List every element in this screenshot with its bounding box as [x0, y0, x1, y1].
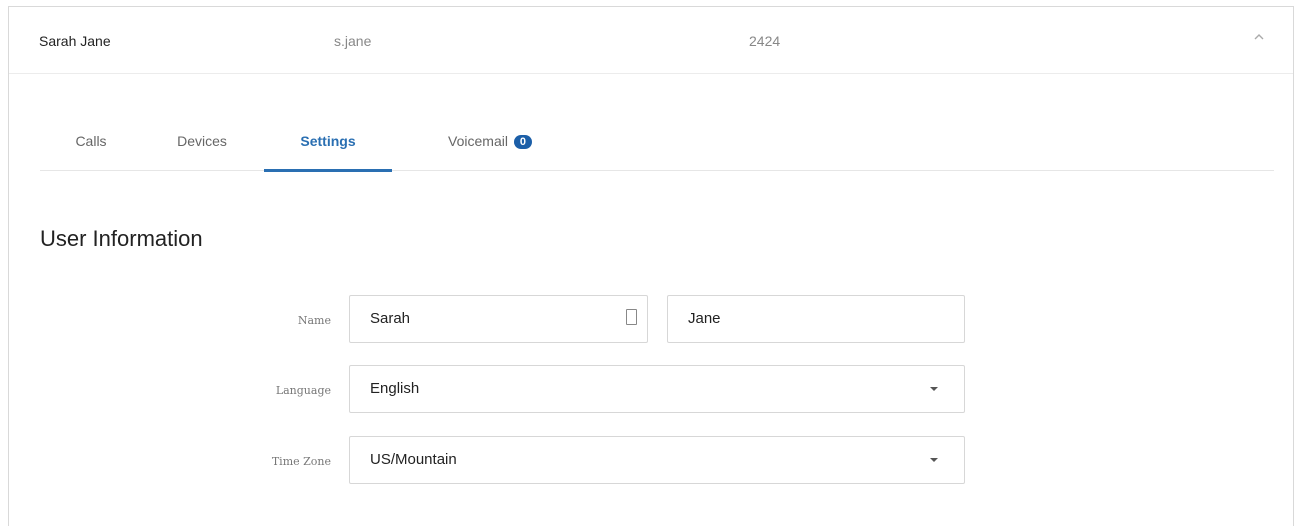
- user-extension: 2424: [749, 33, 781, 49]
- first-name-input[interactable]: Sarah: [349, 295, 648, 343]
- first-name-value: Sarah: [370, 310, 411, 327]
- language-select[interactable]: English: [349, 365, 965, 413]
- tab-devices[interactable]: Devices: [154, 113, 250, 171]
- caret-down-icon: [930, 387, 938, 391]
- tab-calls[interactable]: Calls: [40, 113, 142, 171]
- tab-voicemail-label: Voicemail: [448, 133, 508, 149]
- tab-voicemail[interactable]: Voicemail 0: [410, 113, 570, 171]
- chevron-up-icon[interactable]: [1251, 29, 1267, 45]
- user-full-name: Sarah Jane: [39, 33, 111, 49]
- tab-calls-label: Calls: [75, 133, 107, 149]
- name-label: Name: [297, 314, 331, 327]
- contact-card-icon[interactable]: [626, 309, 637, 325]
- language-value: English: [370, 380, 420, 397]
- language-label: Language: [275, 384, 331, 397]
- tab-settings-label: Settings: [300, 133, 356, 149]
- timezone-label: Time Zone: [271, 455, 331, 468]
- timezone-value: US/Mountain: [370, 451, 457, 468]
- user-summary-row[interactable]: Sarah Jane s.jane 2424: [9, 7, 1293, 74]
- last-name-value: Jane: [688, 310, 721, 327]
- user-username: s.jane: [334, 33, 372, 49]
- caret-down-icon: [930, 458, 938, 462]
- user-detail-panel: Sarah Jane s.jane 2424 Calls Devices Set…: [8, 6, 1294, 526]
- last-name-input[interactable]: Jane: [667, 295, 965, 343]
- tab-settings[interactable]: Settings: [264, 113, 392, 172]
- section-title: User Information: [40, 226, 203, 251]
- tab-devices-label: Devices: [177, 133, 227, 149]
- timezone-select[interactable]: US/Mountain: [349, 436, 965, 484]
- tab-bar: Calls Devices Settings Voicemail 0: [40, 113, 1274, 172]
- voicemail-count-badge: 0: [513, 135, 532, 150]
